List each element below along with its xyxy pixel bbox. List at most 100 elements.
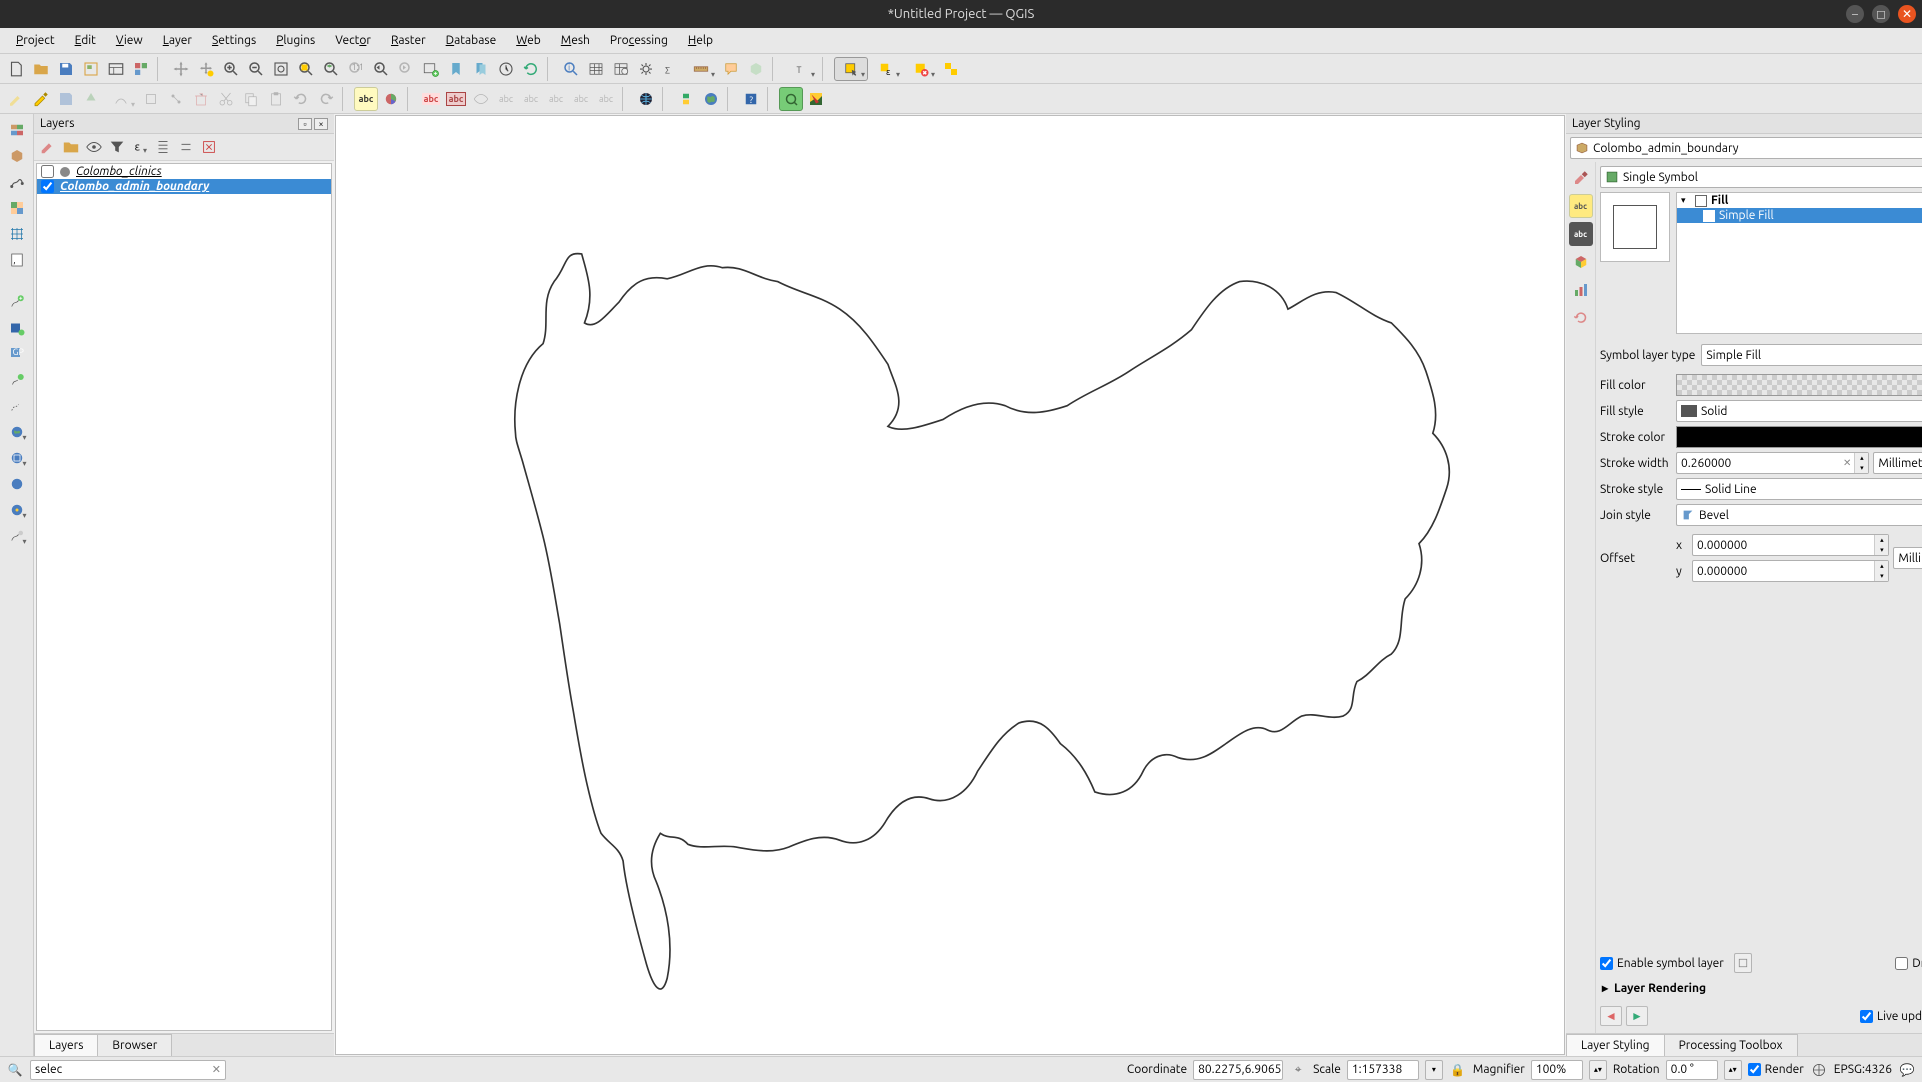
style-manager-icon[interactable] [129, 57, 153, 81]
live-update-checkbox[interactable]: Live update [1860, 1010, 1922, 1023]
label-properties2-icon[interactable]: abc [594, 87, 618, 111]
new-geopackage-layer-icon[interactable]: GP [4, 342, 30, 366]
statistics-icon[interactable]: Σ [659, 57, 683, 81]
open-attribute-table-icon[interactable] [584, 57, 608, 81]
open-project-icon[interactable] [29, 57, 53, 81]
open-field-calculator-icon[interactable] [609, 57, 633, 81]
metasearch-icon[interactable] [634, 87, 658, 111]
show-layout-manager-icon[interactable] [104, 57, 128, 81]
layer-rendering-section[interactable]: ▸Layer Rendering [1600, 977, 1922, 999]
delete-selected-icon[interactable] [189, 87, 213, 111]
renderer-combo[interactable]: Single Symbol ▾ [1600, 166, 1922, 188]
pan-to-selection-icon[interactable] [194, 57, 218, 81]
coordinate-toggle-icon[interactable]: ⌖ [1289, 1061, 1307, 1079]
add-wms-layer-icon[interactable] [4, 420, 30, 444]
magnifier-spinner[interactable]: ▴▾ [1589, 1060, 1607, 1080]
digitize-icon[interactable] [104, 87, 138, 111]
select-all-icon[interactable] [939, 57, 963, 81]
menu-view[interactable]: View [106, 31, 153, 50]
menu-settings[interactable]: Settings [202, 31, 266, 50]
save-edits-icon[interactable] [54, 87, 78, 111]
add-group-icon[interactable] [61, 137, 81, 157]
save-project-icon[interactable] [54, 57, 78, 81]
highlight-pinned-labels-icon[interactable]: abc [419, 87, 443, 111]
layer-list[interactable]: Colombo_clinics Colombo_admin_boundary [36, 163, 332, 1031]
render-checkbox[interactable]: Render [1748, 1063, 1804, 1076]
text-annotation-icon[interactable]: T [784, 57, 818, 81]
change-label-icon[interactable]: abc [544, 87, 568, 111]
crs-label[interactable]: EPSG:4326 [1834, 1063, 1892, 1076]
refresh-icon[interactable] [519, 57, 543, 81]
diagram-toolbar-icon[interactable] [379, 87, 403, 111]
map-tips-icon[interactable] [719, 57, 743, 81]
zoom-next-icon[interactable] [394, 57, 418, 81]
new-map-view-icon[interactable] [419, 57, 443, 81]
menu-web[interactable]: Web [506, 31, 551, 50]
zoom-in-icon[interactable] [219, 57, 243, 81]
offset-unit-combo[interactable]: Millimeters▾ [1893, 547, 1922, 569]
new-geopackage-icon[interactable] [4, 144, 30, 168]
zoom-to-layer-icon[interactable] [319, 57, 343, 81]
add-wcs-layer-icon[interactable] [4, 472, 30, 496]
style-undo-button[interactable]: ◄ [1600, 1006, 1622, 1026]
offset-x-spinbox[interactable]: ▴▾ [1692, 534, 1889, 556]
tree-row-simple-fill[interactable]: Simple Fill [1677, 208, 1922, 223]
processing-toolbox-icon[interactable] [634, 57, 658, 81]
cut-features-icon[interactable] [214, 87, 238, 111]
layer-select-combo[interactable]: Colombo_admin_boundary ▾ [1570, 137, 1922, 159]
layers-panel-float-button[interactable]: ▫ [298, 118, 312, 130]
style-redo-button[interactable]: ► [1626, 1006, 1648, 1026]
stroke-width-unit-combo[interactable]: Millimeters▾ [1873, 452, 1922, 474]
menu-edit[interactable]: Edit [65, 31, 106, 50]
masks-tab-icon[interactable]: abc [1569, 222, 1593, 246]
locator-search-input[interactable]: ✕ [30, 1060, 226, 1080]
select-by-value-icon[interactable]: ε [869, 57, 903, 81]
map-canvas[interactable] [335, 115, 1565, 1055]
open-data-source-manager-icon[interactable] [4, 118, 30, 142]
labels-tab-icon[interactable]: abc [1569, 194, 1593, 218]
georeferencer-icon[interactable] [779, 87, 803, 111]
new-spatialite-icon[interactable] [4, 316, 30, 340]
identify-icon[interactable]: i [559, 57, 583, 81]
history-tab-icon[interactable] [1569, 306, 1593, 330]
pan-icon[interactable] [169, 57, 193, 81]
zoom-out-icon[interactable] [244, 57, 268, 81]
crs-icon[interactable] [1810, 1061, 1828, 1079]
expand-all-icon[interactable] [153, 137, 173, 157]
osm-tile-icon[interactable] [699, 87, 723, 111]
3d-view-tab-icon[interactable] [1569, 250, 1593, 274]
symbology-tab-icon[interactable] [1569, 166, 1593, 190]
add-raster-layer-icon[interactable] [4, 196, 30, 220]
rotation-field[interactable]: 0.0 ° [1666, 1060, 1718, 1080]
rotate-label-icon[interactable]: abc [519, 87, 543, 111]
messages-icon[interactable]: 💬 [1898, 1061, 1916, 1079]
enable-symbol-override-button[interactable] [1734, 953, 1752, 973]
zoom-native-icon[interactable]: 1:1 [344, 57, 368, 81]
zoom-last-icon[interactable] [369, 57, 393, 81]
menu-help[interactable]: Help [678, 31, 723, 50]
menu-plugins[interactable]: Plugins [266, 31, 325, 50]
layer-row-boundary[interactable]: Colombo_admin_boundary [37, 179, 331, 194]
deselect-icon[interactable] [904, 57, 938, 81]
locator-icon[interactable]: 🔍 [6, 1061, 24, 1079]
collapse-all-icon[interactable] [176, 137, 196, 157]
rotation-spinner[interactable]: ▴▾ [1724, 1060, 1742, 1080]
coordinate-field[interactable]: 80.2275,6.9065 [1193, 1060, 1283, 1080]
measure-icon[interactable] [684, 57, 718, 81]
fill-color-button[interactable]: ▾ [1676, 374, 1922, 396]
add-xyz-layer-icon[interactable] [4, 446, 30, 470]
redo-icon[interactable] [314, 87, 338, 111]
layer-visibility-checkbox[interactable] [41, 180, 54, 193]
magnifier-field[interactable]: 100% [1531, 1060, 1583, 1080]
tab-layer-styling[interactable]: Layer Styling [1566, 1034, 1665, 1056]
zoom-full-icon[interactable] [269, 57, 293, 81]
move-label-icon[interactable]: abc [494, 87, 518, 111]
join-style-combo[interactable]: Bevel▾ [1676, 504, 1922, 526]
menu-project[interactable]: Project [6, 31, 65, 50]
current-edits-icon[interactable] [4, 87, 28, 111]
add-ogc-api-icon[interactable] [4, 524, 30, 548]
tab-layers[interactable]: Layers [34, 1034, 98, 1056]
window-close-button[interactable]: ✕ [1898, 5, 1916, 23]
manage-visibility-icon[interactable] [84, 137, 104, 157]
add-delimited-text-icon[interactable]: , [4, 248, 30, 272]
